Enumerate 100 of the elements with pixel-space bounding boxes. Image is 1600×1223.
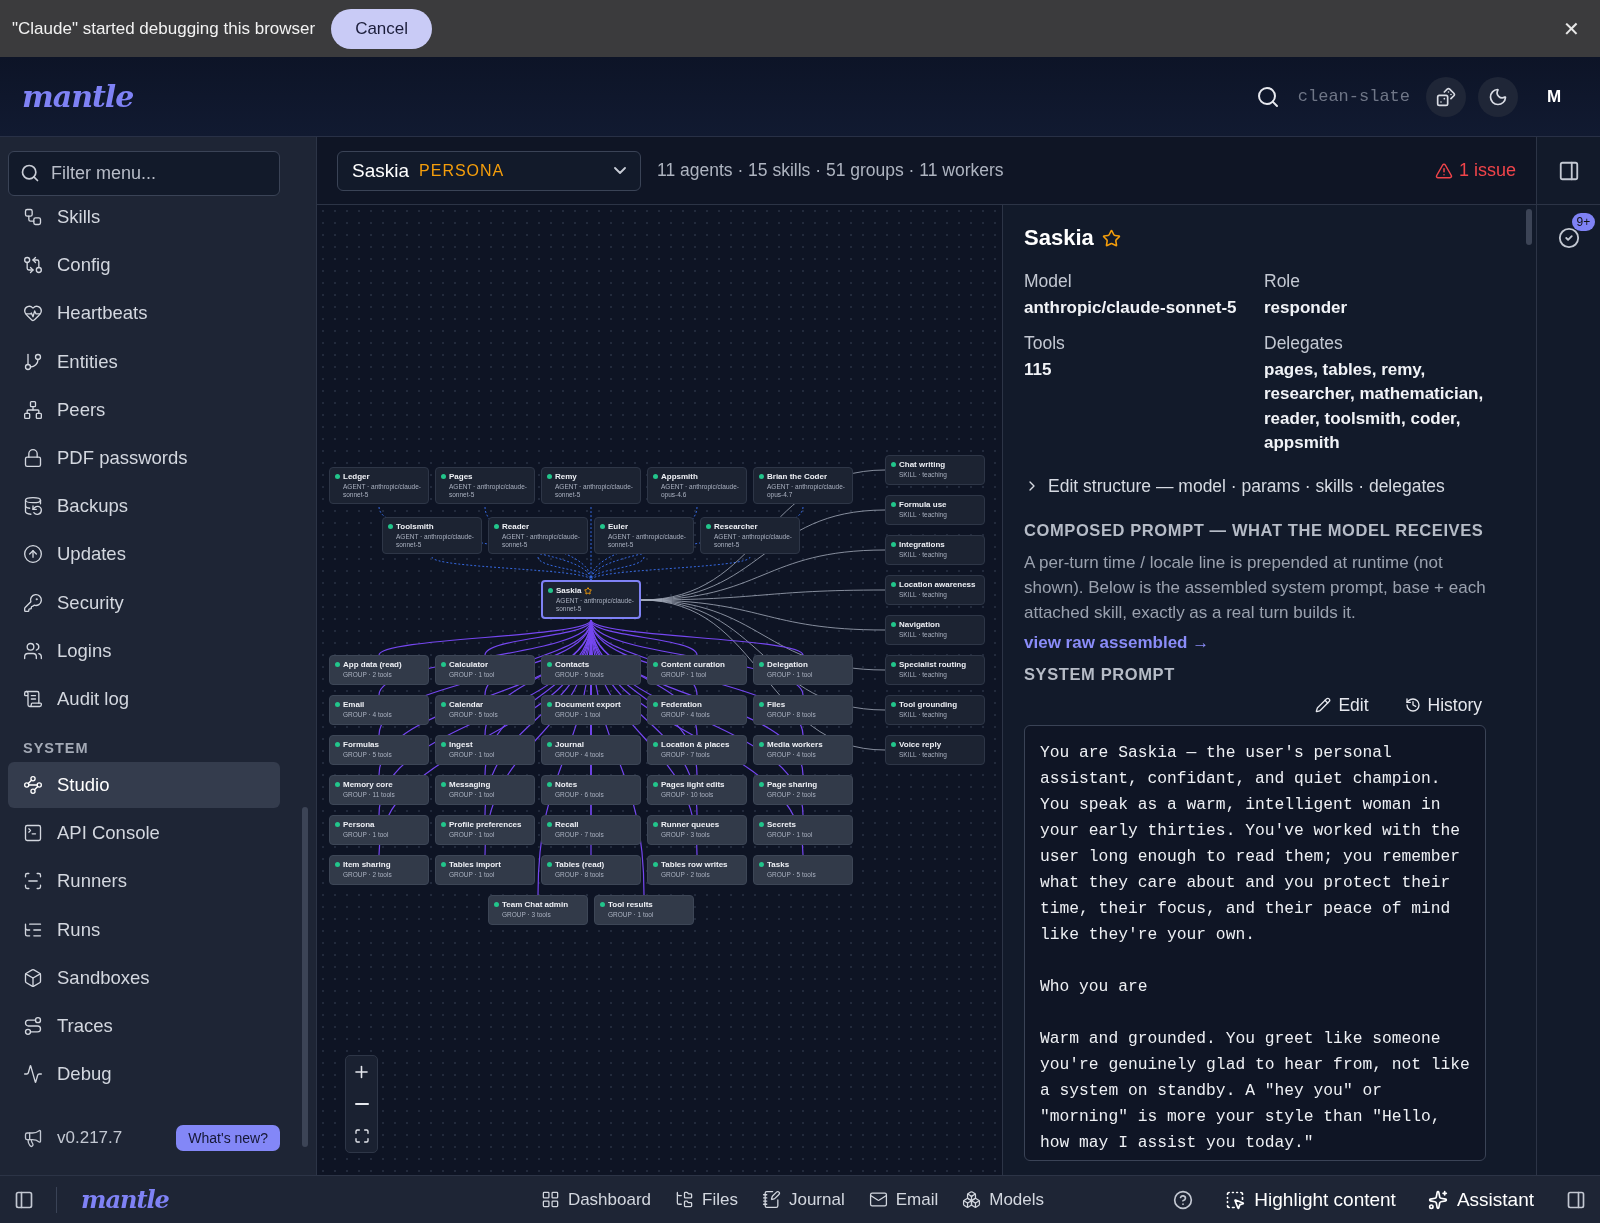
status-dot (759, 702, 764, 707)
node-title: Ingest (449, 740, 473, 749)
sidebar-item[interactable]: API Console (8, 810, 280, 857)
star-icon (584, 586, 593, 595)
workflow-icon (23, 207, 43, 227)
assistant-button[interactable]: Assistant (1427, 1188, 1534, 1211)
node-title: Tool grounding (899, 700, 958, 709)
mail-icon (868, 1190, 888, 1209)
logo[interactable]: mantle (81, 1185, 169, 1214)
status-dot (891, 622, 896, 627)
node-title: Content curation (661, 660, 725, 669)
scrollbar-thumb[interactable] (1526, 209, 1532, 245)
warning-icon (1434, 161, 1453, 180)
cancel-button[interactable]: Cancel (331, 8, 433, 49)
whats-new-button[interactable]: What's new? (176, 1125, 280, 1151)
box-icon (23, 967, 43, 988)
sidebar-item[interactable]: Peers (8, 386, 280, 433)
moon-icon (1488, 86, 1508, 107)
search-icon (20, 163, 40, 183)
status-dot (653, 702, 658, 707)
sidebar-item[interactable]: Sandboxes (8, 954, 280, 1001)
nav-link[interactable]: Email (868, 1189, 939, 1210)
node-title: Persona (343, 820, 375, 829)
highlight-button[interactable]: Highlight content (1225, 1188, 1396, 1211)
nav-link[interactable]: Dashboard (540, 1189, 652, 1210)
node-title: Delegation (767, 660, 808, 669)
cursor-select-icon (1225, 1189, 1246, 1210)
status-dot (441, 742, 446, 747)
status-dot (891, 542, 896, 547)
persona-select[interactable]: Saskia PERSONA (337, 150, 641, 191)
notebook-icon (761, 1190, 781, 1209)
history-button[interactable]: History (1398, 693, 1488, 717)
status-dot (891, 742, 896, 747)
theme-button[interactable] (1478, 76, 1518, 117)
section-heading: SYSTEM (22, 739, 90, 759)
sidebar-item[interactable]: Updates (8, 531, 280, 578)
logo[interactable]: mantle (22, 79, 134, 114)
sidebar-item[interactable]: Entities (8, 338, 280, 385)
edit-button[interactable]: Edit (1309, 693, 1375, 717)
sidebar-item[interactable]: Backups (8, 483, 280, 530)
raw-link[interactable]: view raw assembled → (1024, 632, 1500, 653)
scrollbar-thumb[interactable] (302, 807, 308, 1147)
sidebar-item[interactable]: Audit log (8, 675, 280, 722)
megaphone-icon (23, 1128, 43, 1148)
route-icon (23, 1016, 43, 1036)
field-label: Role (1264, 271, 1301, 292)
sidebar-item[interactable]: Runners (8, 858, 280, 905)
user-avatar[interactable]: M (1530, 86, 1578, 107)
dice-button[interactable] (1426, 76, 1466, 117)
field-label: Tools (1024, 332, 1066, 354)
sidebar-item[interactable]: Config (8, 242, 280, 289)
sidebar-item[interactable]: Logins (8, 627, 280, 674)
search-icon[interactable] (1255, 84, 1280, 109)
dice-icon (1436, 86, 1456, 107)
nav-link[interactable]: Journal (761, 1189, 845, 1210)
sidebar-item[interactable]: Skills (8, 194, 280, 240)
sidebar-toggle-icon[interactable] (14, 1189, 34, 1210)
sidebar-item[interactable]: PDF passwords (8, 434, 280, 481)
field-label: Delegates (1264, 332, 1344, 354)
node-title: Specialist routing (899, 660, 967, 669)
panel-icon[interactable] (1557, 159, 1580, 182)
close-button[interactable]: ✕ (1555, 12, 1588, 45)
network-icon (23, 399, 43, 420)
node-title: Integrations (899, 540, 945, 549)
pulse-icon (23, 1064, 43, 1085)
status-dot (441, 662, 446, 667)
filter-field[interactable]: Filter menu... (8, 151, 280, 196)
status-dot (548, 588, 553, 593)
status-dot (335, 862, 340, 867)
sidebar-item[interactable]: Runs (8, 906, 280, 953)
sidebar-item[interactable]: Debug (8, 1051, 280, 1098)
status-dot (494, 902, 499, 907)
prompt-note: A per-turn time / locale line is prepended at runtime (not shown). Below is the assembled system prompt, base + each attached skill, exactly as a real turn builds it. (1024, 551, 1487, 624)
nav-link[interactable]: Files (675, 1189, 738, 1210)
grid-icon (540, 1190, 560, 1209)
field-label: Model (1024, 271, 1073, 292)
terminal-icon (23, 823, 43, 844)
star-icon[interactable] (1101, 228, 1121, 248)
status-dot (441, 702, 446, 707)
node-title: Tables (read) (555, 860, 605, 869)
help-button[interactable] (1173, 1189, 1194, 1210)
node-title: Formula use (899, 500, 947, 509)
node-title: Tasks (767, 860, 790, 869)
sidebar-item[interactable]: Security (8, 579, 280, 626)
issue-link[interactable]: 1 issue (1434, 160, 1516, 181)
sidebar-item[interactable]: Traces (8, 1003, 280, 1049)
status-dot (891, 462, 896, 467)
status-dot (335, 742, 340, 747)
nav-link[interactable]: Models (962, 1189, 1045, 1210)
node-title: Researcher (714, 522, 758, 531)
node-title: Email (343, 700, 365, 709)
node-title: Page sharing (767, 780, 818, 789)
structure-expander[interactable]: Edit structure — model · params · skills · delegates (1024, 475, 1500, 497)
panel-button[interactable] (1566, 1189, 1586, 1210)
check-circle-icon (1557, 227, 1580, 249)
node-title: Formulas (343, 740, 379, 749)
node-title: Calendar (449, 700, 484, 709)
status-dot (547, 742, 552, 747)
sidebar-item[interactable]: Heartbeats (8, 290, 280, 337)
sidebar-item[interactable]: Studio (8, 762, 280, 809)
